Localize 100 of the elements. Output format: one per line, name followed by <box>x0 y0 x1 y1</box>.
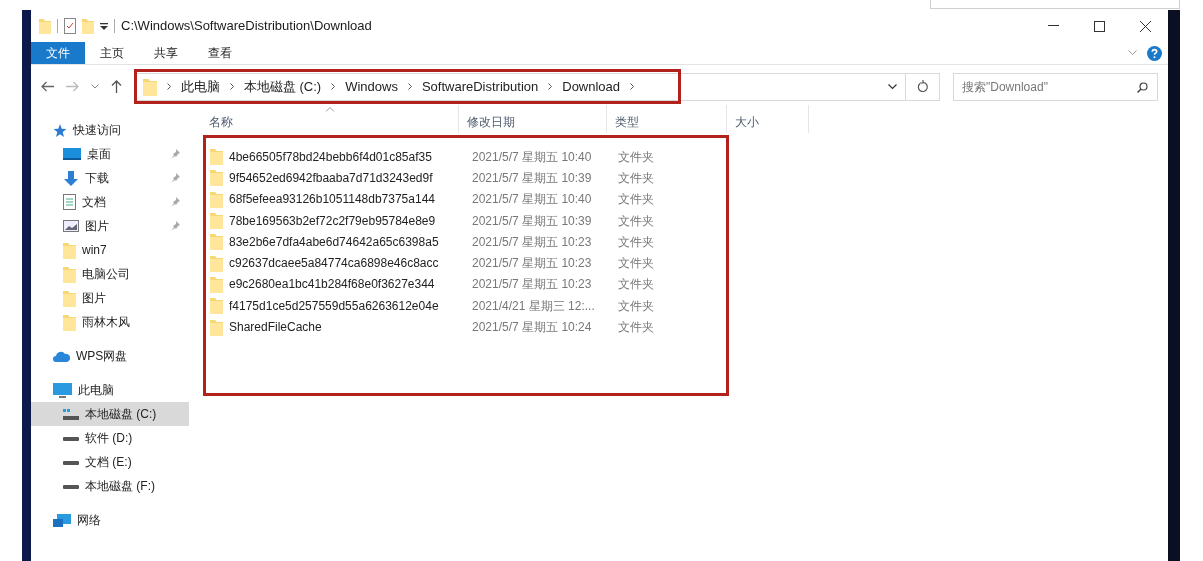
address-field[interactable]: 此电脑 本地磁盘 (C:) Windows SoftwareDistribution Download <box>135 72 907 101</box>
refresh-button[interactable] <box>906 72 940 101</box>
sidebar-item[interactable]: 图片 <box>31 286 189 310</box>
sidebar-item[interactable]: 软件 (D:) <box>31 426 189 450</box>
sidebar-item[interactable]: 下载 <box>31 166 189 190</box>
minimize-icon <box>1047 25 1059 27</box>
refresh-icon <box>916 80 929 93</box>
ribbon-tab[interactable]: 文件 <box>31 42 85 64</box>
item-type: 文件夹 <box>618 297 654 315</box>
chevron-right-icon <box>166 83 171 90</box>
file-name[interactable]: SharedFileCache <box>229 318 322 336</box>
search-icon[interactable] <box>1137 81 1148 93</box>
dropdown-icon <box>100 22 108 30</box>
sidebar-item[interactable]: 雨林木风 <box>31 310 189 334</box>
drive-icon <box>63 408 79 420</box>
breadcrumb-item[interactable]: 本地磁盘 (C:) <box>243 76 322 97</box>
up-arrow-icon[interactable] <box>111 80 122 93</box>
search-field[interactable]: 搜索"Download" <box>953 72 1158 101</box>
folder-icon <box>63 241 76 259</box>
back-arrow-icon[interactable] <box>41 81 54 92</box>
chevron-right-icon <box>630 83 635 90</box>
drive-icon <box>63 435 79 441</box>
file-name[interactable]: 83e2b6e7dfa4abe6d74642a65c6398a5 <box>229 232 439 251</box>
folder-icon <box>63 289 76 307</box>
column-header[interactable]: 名称 <box>201 105 459 133</box>
column-header[interactable]: 大小 <box>727 105 809 133</box>
ribbon-tab[interactable]: 主页 <box>85 42 139 64</box>
chevron-right-icon <box>407 83 412 90</box>
chevron-right-icon <box>331 83 336 90</box>
network-icon <box>53 513 71 527</box>
item-type: 文件夹 <box>618 255 654 273</box>
cloud-icon <box>53 350 70 362</box>
drive-icon <box>63 459 79 465</box>
file-name[interactable]: f4175d1ce5d257559d55a6263612e04e <box>229 296 439 315</box>
star-icon <box>53 123 67 137</box>
breadcrumb-item[interactable]: 此电脑 <box>180 76 220 97</box>
file-name[interactable]: 9f54652ed6942fbaaba7d71d3243ed9f <box>229 168 433 187</box>
checklist-icon <box>64 18 76 34</box>
folder-icon <box>210 297 223 315</box>
sidebar-item[interactable]: 本地磁盘 (F:) <box>31 474 189 498</box>
folder-icon <box>210 212 223 230</box>
maximize-icon <box>1093 20 1105 32</box>
folder-icon <box>210 190 223 208</box>
sidebar-item[interactable]: win7 <box>31 238 189 262</box>
item-type: 文件夹 <box>618 169 654 187</box>
item-type: 文件夹 <box>618 191 654 209</box>
folder-icon <box>39 18 51 34</box>
sidebar-item[interactable]: 电脑公司 <box>31 262 189 286</box>
folder-icon <box>142 77 157 96</box>
modified-date: 2021/5/7 星期五 10:39 <box>472 169 593 187</box>
chevron-right-icon <box>548 83 553 90</box>
file-name[interactable]: 68f5efeea93126b1051148db7375a144 <box>229 190 435 209</box>
item-type: 文件夹 <box>618 319 654 336</box>
desktop-icon <box>63 148 81 160</box>
modified-date: 2021/5/7 星期五 10:39 <box>472 212 593 230</box>
computer-icon <box>53 382 72 398</box>
breadcrumb-item[interactable]: SoftwareDistribution <box>421 76 539 97</box>
file-name[interactable]: c92637dcaee5a84774ca6898e46c8acc <box>229 254 439 273</box>
sort-caret-icon <box>325 107 334 112</box>
item-type: 文件夹 <box>618 148 654 166</box>
folder-icon <box>63 265 76 283</box>
drive-icon <box>63 483 79 489</box>
sidebar-item[interactable]: 文档 <box>31 190 189 214</box>
modified-date: 2021/5/7 星期五 10:40 <box>472 191 593 209</box>
folder-icon <box>210 169 223 187</box>
file-name[interactable]: 4be66505f78bd24bebb6f4d01c85af35 <box>229 147 432 166</box>
sidebar-item[interactable]: 图片 <box>31 214 189 238</box>
item-type: 文件夹 <box>618 212 654 230</box>
sidebar-item[interactable]: 此电脑 <box>31 378 189 402</box>
folder-icon <box>210 254 223 272</box>
modified-date: 2021/5/7 星期五 10:23 <box>472 276 593 294</box>
chevron-down-icon[interactable] <box>888 83 898 90</box>
sidebar-item[interactable]: 快速访问 <box>31 118 189 142</box>
file-name[interactable]: e9c2680ea1bc41b284f68e0f3627e344 <box>229 275 435 294</box>
column-header[interactable]: 类型 <box>607 105 727 133</box>
file-name[interactable]: 78be169563b2ef72c2f79eb95784e8e9 <box>229 211 436 230</box>
sidebar-item[interactable]: 桌面 <box>31 142 189 166</box>
column-header[interactable]: 修改日期 <box>459 105 607 133</box>
image-icon <box>63 220 79 232</box>
document-icon <box>63 194 76 210</box>
folder-icon <box>82 18 94 34</box>
modified-date: 2021/5/7 星期五 10:23 <box>472 255 593 273</box>
sidebar-item[interactable]: 本地磁盘 (C:) <box>31 402 189 426</box>
help-icon[interactable] <box>1147 45 1162 61</box>
ribbon-tab[interactable]: 查看 <box>193 42 247 64</box>
chevron-right-icon <box>229 83 234 90</box>
folder-icon <box>210 233 223 251</box>
sidebar-item[interactable]: WPS网盘 <box>31 344 189 368</box>
sidebar-item[interactable]: 网络 <box>31 508 189 532</box>
modified-date: 2021/4/21 星期三 12:... <box>472 297 596 315</box>
ribbon-tab[interactable]: 共享 <box>139 42 193 64</box>
modified-date: 2021/5/7 星期五 10:23 <box>472 233 593 251</box>
breadcrumb-item[interactable]: Download <box>562 76 621 97</box>
folder-icon <box>210 275 223 293</box>
folder-icon <box>210 148 223 166</box>
close-icon <box>1139 20 1151 32</box>
sidebar-item[interactable]: 文档 (E:) <box>31 450 189 474</box>
breadcrumb-item[interactable]: Windows <box>345 76 398 97</box>
window-title: C:\Windows\SoftwareDistribution\Download <box>121 17 372 36</box>
modified-date: 2021/5/7 星期五 10:40 <box>472 148 593 166</box>
